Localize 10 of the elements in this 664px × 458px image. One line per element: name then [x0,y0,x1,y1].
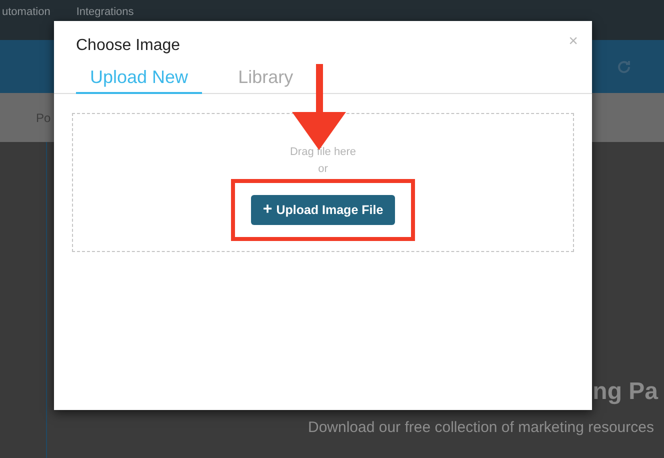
nav-item[interactable]: Integrations [76,6,134,19]
nav-item[interactable]: utomation [2,6,50,19]
or-text: or [318,162,328,176]
upload-image-button[interactable]: + Upload Image File [250,195,396,225]
hero-heading: ng Pa [592,378,658,405]
tab[interactable]: Library [224,67,308,94]
refresh-icon[interactable] [616,58,632,74]
hero-subtitle: Download our free collection of marketing resources [308,419,654,436]
dialog-title: Choose Image [76,37,180,55]
tab[interactable]: Upload New [76,67,202,94]
